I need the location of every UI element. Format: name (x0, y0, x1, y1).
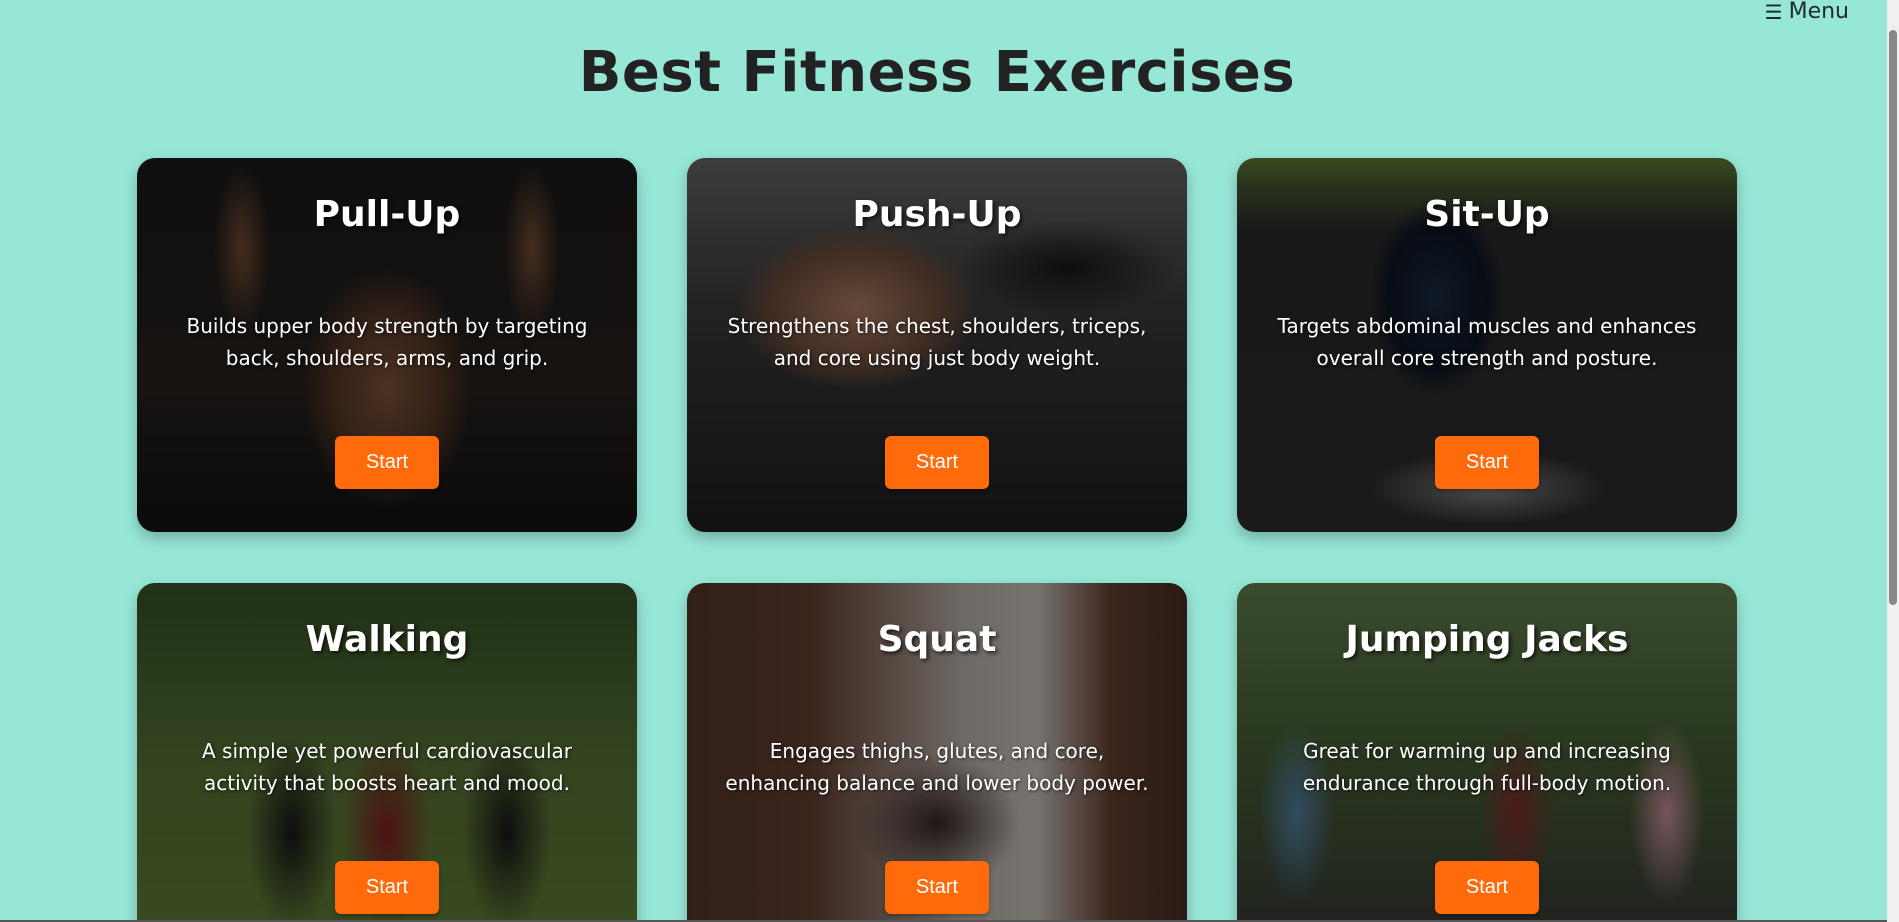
card-title: Squat (877, 619, 997, 660)
exercise-card-push-up: Push-Up Strengthens the chest, shoulders… (687, 158, 1187, 532)
vertical-scrollbar[interactable] (1887, 0, 1899, 922)
hamburger-icon[interactable]: ☰ (1765, 0, 1783, 24)
scrollbar-thumb[interactable] (1889, 30, 1897, 605)
card-title: Jumping Jacks (1345, 619, 1629, 660)
exercise-card-squat: Squat Engages thighs, glutes, and core, … (687, 583, 1187, 922)
page: ☰ Menu Best Fitness Exercises Pull-Up Bu… (0, 0, 1899, 922)
start-button-push-up[interactable]: Start (885, 436, 989, 489)
menu-button[interactable]: ☰ Menu (1765, 0, 1849, 24)
card-title: Sit-Up (1424, 194, 1550, 235)
page-title: Best Fitness Exercises (578, 40, 1296, 105)
exercise-card-sit-up: Sit-Up Targets abdominal muscles and enh… (1237, 158, 1737, 532)
card-description: A simple yet powerful cardiovascular act… (201, 739, 573, 795)
card-title: Walking (305, 619, 469, 660)
card-description: Strengthens the chest, shoulders, tricep… (727, 314, 1147, 370)
card-title: Pull-Up (313, 194, 461, 235)
card-description: Engages thighs, glutes, and core, enhanc… (725, 739, 1149, 795)
start-button-pull-up[interactable]: Start (335, 436, 439, 489)
exercise-card-pull-up: Pull-Up Builds upper body strength by ta… (137, 158, 637, 532)
exercise-card-jumping-jacks: Jumping Jacks Great for warming up and i… (1237, 583, 1737, 922)
exercise-card-walking: Walking A simple yet powerful cardiovasc… (137, 583, 637, 922)
card-description: Targets abdominal muscles and enhances o… (1277, 314, 1697, 370)
start-button-walking[interactable]: Start (335, 861, 439, 914)
card-description: Great for warming up and increasing endu… (1302, 739, 1672, 795)
start-button-squat[interactable]: Start (885, 861, 989, 914)
card-description: Builds upper body strength by targeting … (186, 314, 588, 370)
start-button-sit-up[interactable]: Start (1435, 436, 1539, 489)
start-button-jumping-jacks[interactable]: Start (1435, 861, 1539, 914)
card-title: Push-Up (852, 194, 1022, 235)
menu-label[interactable]: Menu (1789, 0, 1849, 24)
